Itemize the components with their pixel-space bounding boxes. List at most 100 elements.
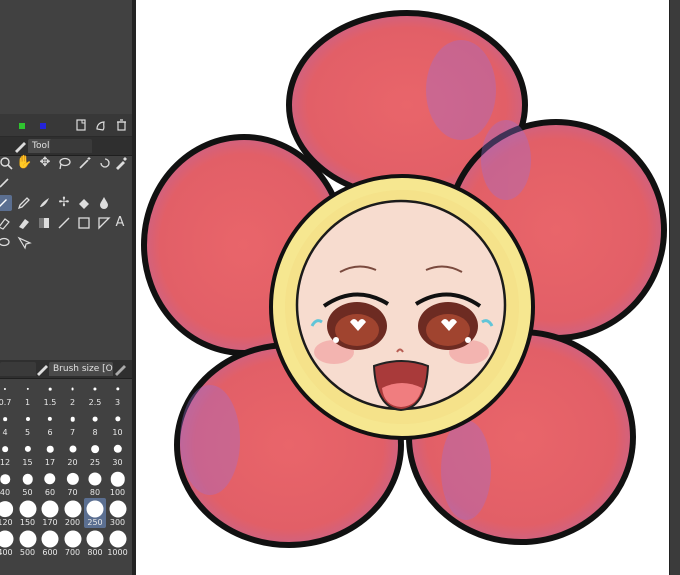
tab-sub-tool-2[interactable] — [70, 139, 92, 153]
brush-size-preview — [2, 446, 8, 452]
brush-size-option[interactable]: 25 — [84, 438, 106, 468]
eraser-icon[interactable] — [0, 215, 12, 231]
rotate-icon[interactable] — [97, 155, 113, 171]
brush-size-option[interactable]: 1000 — [107, 528, 129, 558]
brush-size-option[interactable]: 1 — [17, 378, 39, 408]
brush-icon[interactable] — [36, 195, 52, 211]
brush-size-option[interactable]: 100 — [107, 468, 129, 498]
brush-size-preview — [113, 444, 122, 454]
brush-size-option[interactable]: 700 — [62, 528, 84, 558]
brush-size-option[interactable]: 170 — [39, 498, 61, 528]
pen-tool-icon[interactable] — [0, 195, 12, 211]
brush-size-label: 6 — [47, 428, 53, 437]
brush-size-preview — [0, 474, 10, 484]
fill-icon[interactable] — [76, 195, 92, 211]
brush-size-option[interactable]: 3 — [107, 378, 129, 408]
brush-size-preview — [25, 416, 30, 422]
brush-size-option[interactable]: 15 — [17, 438, 39, 468]
brush-size-label: 60 — [44, 488, 56, 497]
brush-size-option[interactable]: 800 — [84, 528, 106, 558]
figure-icon[interactable] — [76, 215, 92, 231]
brush-size-option[interactable]: 80 — [84, 468, 106, 498]
brush-size-option[interactable]: 30 — [107, 438, 129, 468]
pencil-icon[interactable] — [16, 195, 32, 211]
brush-size-preview — [66, 472, 79, 486]
brush-size-preview — [19, 500, 36, 518]
gradient-icon[interactable] — [36, 215, 52, 231]
tab-prev[interactable] — [0, 362, 36, 376]
green-swatch[interactable] — [19, 123, 25, 129]
brush-size-option[interactable]: 120 — [0, 498, 16, 528]
brush-size-option[interactable]: 5 — [17, 408, 39, 438]
new-layer-icon[interactable] — [73, 117, 89, 133]
brush-size-option[interactable]: 12 — [0, 438, 16, 468]
layer-mask-icon[interactable] — [93, 117, 109, 133]
brush-size-option[interactable]: 1.5 — [39, 378, 61, 408]
brush-size-preview — [109, 530, 126, 548]
text-icon[interactable]: A — [112, 215, 128, 231]
eraser-fill-icon[interactable] — [16, 215, 32, 231]
brush-size-option[interactable]: 8 — [84, 408, 106, 438]
brush-size-label: 8 — [92, 428, 98, 437]
brush-size-option[interactable]: 200 — [62, 498, 84, 528]
blend-icon[interactable] — [96, 195, 112, 211]
brush-size-preview — [19, 530, 36, 548]
lasso-icon[interactable] — [56, 155, 72, 171]
brush-size-preview — [0, 530, 14, 548]
brush-size-preview — [114, 416, 121, 422]
brush-size-label: 1000 — [107, 548, 128, 557]
cursor-icon[interactable] — [0, 175, 12, 191]
brush-size-option[interactable]: 4 — [0, 408, 16, 438]
wand-icon[interactable] — [77, 155, 93, 171]
ruler-icon[interactable] — [96, 215, 112, 231]
brush-size-option[interactable]: 6 — [39, 408, 61, 438]
layer-move-icon[interactable] — [16, 235, 32, 251]
brush-size-preview — [93, 387, 97, 391]
drawing-canvas[interactable] — [136, 0, 669, 575]
brush-size-option[interactable]: 400 — [0, 528, 16, 558]
trash-icon[interactable] — [113, 117, 129, 133]
brush-size-option[interactable]: 2 — [62, 378, 84, 408]
brush-size-option[interactable]: 50 — [17, 468, 39, 498]
brush-size-option[interactable]: 10 — [107, 408, 129, 438]
brush-size-label: 400 — [0, 548, 13, 557]
move-icon[interactable]: ✥ — [37, 155, 53, 171]
tab-sub-tool[interactable] — [50, 139, 72, 153]
line-icon[interactable] — [56, 215, 72, 231]
brush-size-label: 15 — [22, 458, 33, 467]
right-scrollbar[interactable] — [669, 0, 680, 575]
brush-size-preview — [41, 500, 59, 518]
color-strip — [0, 114, 132, 137]
brush-size-option[interactable]: 2.5 — [84, 378, 106, 408]
brush-size-preview — [22, 473, 33, 485]
brush-size-option[interactable]: 300 — [107, 498, 129, 528]
brush-size-preview — [47, 416, 53, 422]
tab-brush-size[interactable]: Brush size [Opa — [49, 362, 113, 376]
zoom-icon[interactable] — [0, 155, 14, 171]
brush-size-label: 17 — [44, 458, 56, 467]
eyedropper-icon[interactable] — [113, 155, 129, 171]
brush-size-option[interactable]: 40 — [0, 468, 16, 498]
brush-size-option[interactable]: 0.7 — [0, 378, 16, 408]
brush-size-preview — [92, 416, 98, 422]
brush-size-option[interactable]: 7 — [62, 408, 84, 438]
brush-size-option[interactable]: 70 — [62, 468, 84, 498]
brush-size-preview — [44, 473, 56, 485]
airbrush-icon[interactable]: ✢ — [56, 195, 72, 211]
brush-size-label: 4 — [2, 428, 8, 437]
brush-size-option[interactable]: 500 — [17, 528, 39, 558]
brush-size-option[interactable]: 60 — [39, 468, 61, 498]
hand-icon[interactable]: ✋ — [16, 155, 32, 171]
blue-swatch[interactable] — [40, 123, 46, 129]
brush-size-option[interactable]: 250 — [84, 498, 106, 528]
brush-size-label: 2.5 — [88, 398, 102, 407]
brush-size-label: 250 — [87, 518, 103, 527]
brush-size-option[interactable]: 20 — [62, 438, 84, 468]
selection-lasso-icon[interactable] — [0, 235, 12, 251]
brush-tab-icon — [34, 361, 50, 377]
brush-size-label: 25 — [89, 458, 101, 467]
brush-size-option[interactable]: 17 — [39, 438, 61, 468]
brush-size-option[interactable]: 150 — [17, 498, 39, 528]
brush-size-option[interactable]: 600 — [39, 528, 61, 558]
brush-size-preview — [46, 445, 54, 453]
